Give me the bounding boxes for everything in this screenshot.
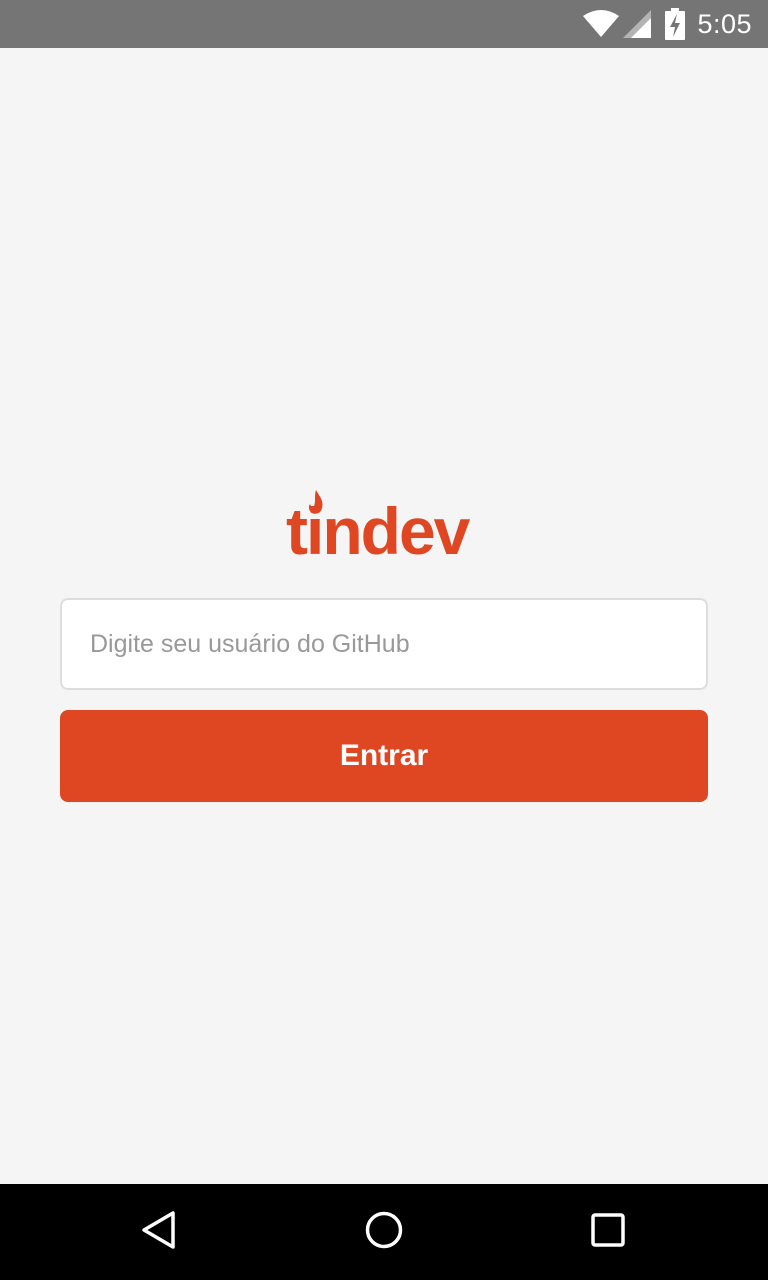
battery-charging-icon — [665, 8, 686, 40]
recents-icon — [588, 1210, 628, 1255]
home-icon — [364, 1210, 404, 1255]
login-button[interactable]: Entrar — [60, 710, 708, 802]
back-button[interactable] — [136, 1208, 184, 1256]
home-button[interactable] — [360, 1208, 408, 1256]
tindev-logo: tindev — [286, 488, 482, 568]
signal-icon — [623, 10, 652, 38]
login-screen: 5:05 tindev Entrar — [0, 0, 768, 1280]
recents-button[interactable] — [584, 1208, 632, 1256]
svg-text:tindev: tindev — [286, 494, 471, 560]
back-icon — [140, 1210, 180, 1255]
github-username-input[interactable] — [60, 598, 708, 690]
status-bar: 5:05 — [0, 0, 768, 48]
wifi-icon — [583, 10, 620, 38]
navigation-bar — [0, 1184, 768, 1280]
status-clock: 5:05 — [697, 8, 752, 39]
